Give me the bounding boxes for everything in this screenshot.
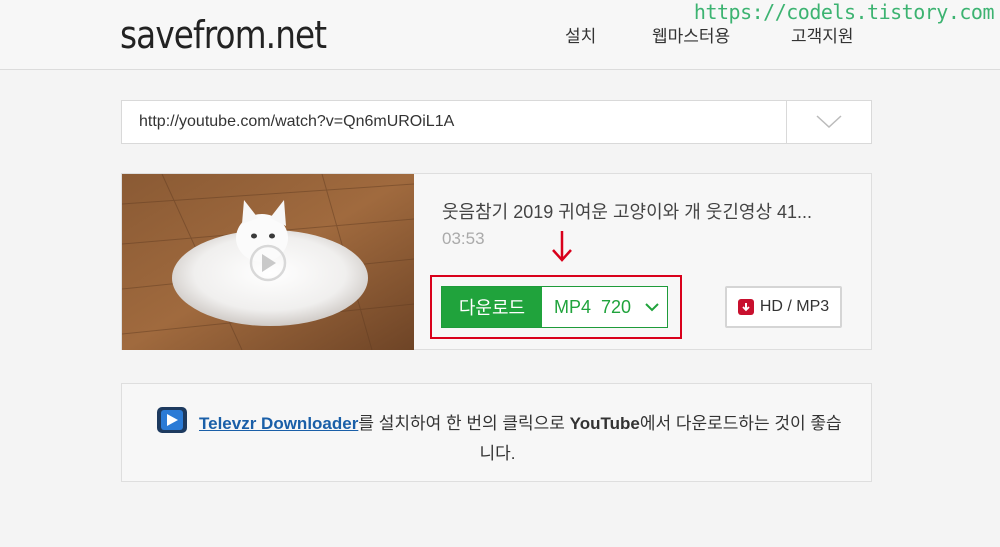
url-input[interactable] [122, 101, 787, 143]
televzr-link[interactable]: Televzr Downloader [199, 414, 358, 433]
hd-mp3-label: HD / MP3 [759, 298, 830, 315]
nav-install[interactable]: 설치 [565, 22, 596, 47]
watermark-text: https://codels.tistory.com [693, 0, 995, 24]
video-title: 웃음참기 2019 귀여운 고양이와 개 웃긴영상 41... [442, 202, 813, 222]
result-card: 웃음참기 2019 귀여운 고양이와 개 웃긴영상 41... 03:53 다운… [121, 173, 872, 350]
promo-text-part1: 를 설치하여 한 번의 클릭으로 [358, 414, 570, 433]
quality-label: 720 [601, 296, 632, 317]
chevron-down-icon [816, 115, 842, 129]
url-dropdown-button[interactable] [786, 101, 871, 143]
video-thumbnail[interactable] [122, 174, 414, 350]
hd-mp3-button[interactable]: HD / MP3 [725, 286, 842, 328]
promo-banner: Televzr Downloader를 설치하여 한 번의 클릭으로 YouTu… [121, 383, 872, 482]
format-label: MP4 [554, 296, 592, 317]
chevron-down-icon [645, 302, 659, 311]
promo-text-part2: 에서 다운로드하는 것이 좋습 [639, 414, 842, 433]
thumbnail-image [122, 174, 414, 350]
televzr-logo-icon [157, 407, 187, 433]
video-duration: 03:53 [442, 229, 485, 248]
download-arrow-icon [737, 299, 754, 315]
promo-text-line2: 니다. [479, 444, 516, 463]
download-group: 다운로드 MP4 720 [441, 286, 668, 328]
promo-text-line1: Televzr Downloader를 설치하여 한 번의 클릭으로 YouTu… [199, 409, 842, 434]
red-down-arrow-annotation [552, 231, 572, 262]
download-button[interactable]: 다운로드 [442, 287, 542, 327]
nav-support[interactable]: 고객지원 [791, 22, 854, 47]
nav-webmasters[interactable]: 웹마스터용 [652, 22, 730, 47]
promo-youtube: YouTube [569, 414, 640, 433]
url-bar [121, 100, 872, 144]
site-logo[interactable]: savefrom.net [120, 12, 327, 58]
format-select[interactable]: MP4 720 [542, 287, 667, 327]
